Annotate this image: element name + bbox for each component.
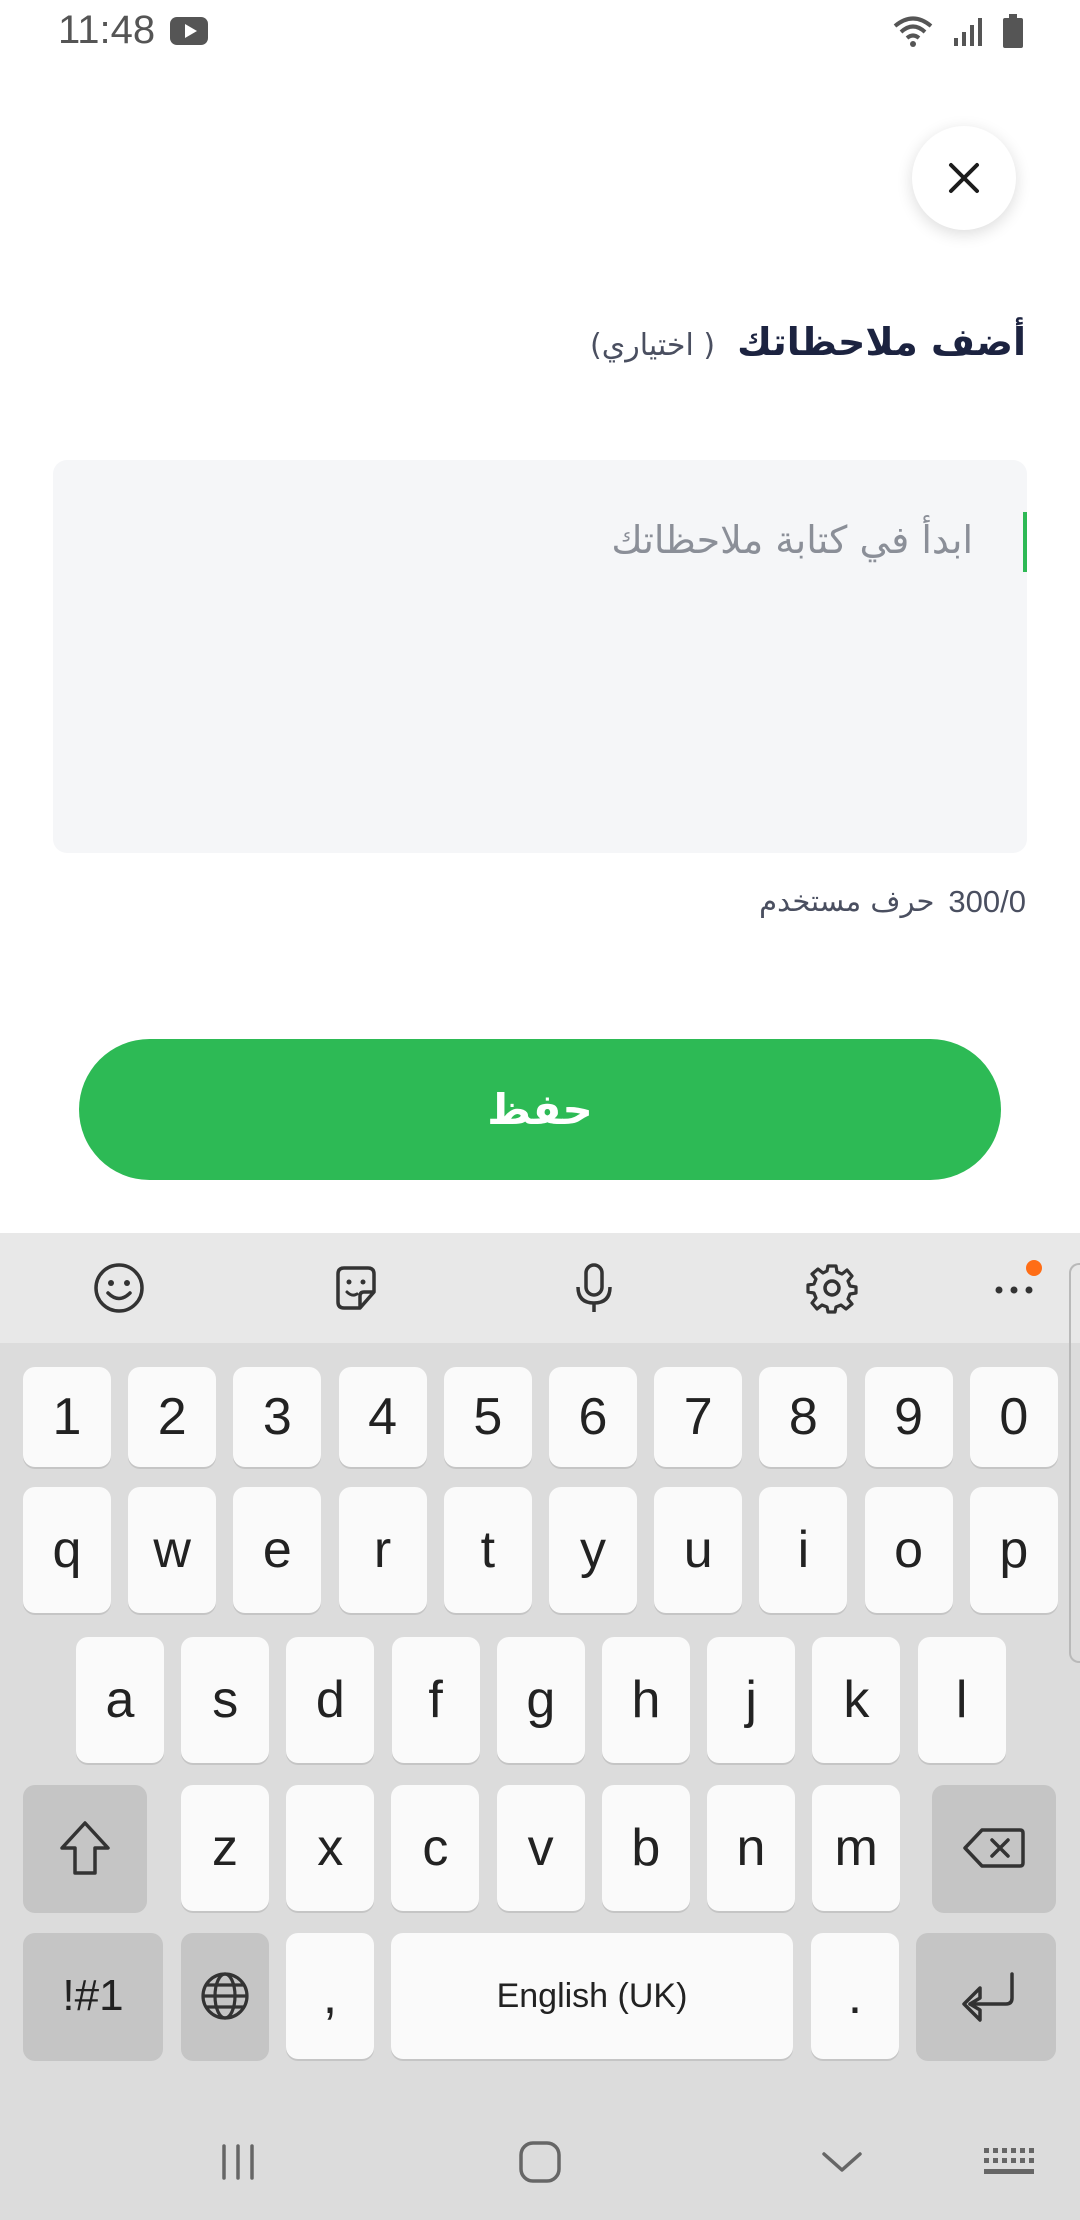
keyboard: 1234567890 qwertyuiop asdfghjkl zxcvbnm … bbox=[0, 1233, 1080, 2220]
hide-keyboard-icon[interactable] bbox=[812, 2132, 872, 2192]
number-key-6[interactable]: 6 bbox=[549, 1367, 637, 1467]
sticker-icon[interactable] bbox=[323, 1255, 389, 1321]
letter-key-o[interactable]: o bbox=[864, 1487, 953, 1613]
letter-key-n[interactable]: n bbox=[707, 1785, 795, 1911]
number-key-0[interactable]: 0 bbox=[969, 1367, 1058, 1467]
character-count-label: حرف مستخدم bbox=[759, 884, 935, 918]
shift-key[interactable] bbox=[23, 1785, 147, 1911]
youtube-icon bbox=[170, 17, 208, 45]
letter-key-u[interactable]: u bbox=[654, 1487, 743, 1613]
status-time: 11:48 bbox=[58, 8, 156, 52]
letter-key-e[interactable]: e bbox=[233, 1487, 322, 1613]
signal-icon bbox=[954, 18, 982, 46]
emoji-icon[interactable] bbox=[86, 1255, 152, 1321]
letter-key-s[interactable]: s bbox=[181, 1637, 270, 1763]
number-key-4[interactable]: 4 bbox=[338, 1367, 427, 1467]
status-bar: 11:48 bbox=[0, 0, 1080, 64]
letter-key-i[interactable]: i bbox=[759, 1487, 848, 1613]
close-icon bbox=[949, 163, 979, 193]
notes-input[interactable] bbox=[53, 460, 1027, 853]
letter-key-k[interactable]: k bbox=[812, 1637, 901, 1763]
letter-key-z[interactable]: z bbox=[181, 1785, 269, 1911]
character-count: 300/0 bbox=[948, 884, 1026, 919]
globe-icon bbox=[201, 1972, 249, 2020]
letter-key-l[interactable]: l bbox=[917, 1637, 1006, 1763]
letter-key-m[interactable]: m bbox=[812, 1785, 901, 1911]
letter-key-p[interactable]: p bbox=[969, 1487, 1058, 1613]
notes-heading: أضف ملاحظاتك ( اختياري) bbox=[590, 320, 1026, 364]
close-button[interactable] bbox=[912, 126, 1016, 230]
enter-icon bbox=[962, 1972, 1014, 2022]
enter-key[interactable] bbox=[916, 1933, 1056, 2059]
letter-key-f[interactable]: f bbox=[391, 1637, 480, 1763]
microphone-icon[interactable] bbox=[561, 1255, 627, 1321]
notes-field[interactable] bbox=[53, 460, 1027, 853]
notification-dot bbox=[1026, 1260, 1042, 1276]
number-key-9[interactable]: 9 bbox=[864, 1367, 953, 1467]
character-counter: 300/0 حرف مستخدم bbox=[759, 884, 1026, 920]
keyboard-switch-icon[interactable] bbox=[978, 2132, 1038, 2192]
letter-key-a[interactable]: a bbox=[76, 1637, 164, 1763]
letter-key-r[interactable]: r bbox=[338, 1487, 427, 1613]
letter-key-d[interactable]: d bbox=[286, 1637, 375, 1763]
letter-key-w[interactable]: w bbox=[128, 1487, 217, 1613]
page-title: أضف ملاحظاتك bbox=[737, 320, 1026, 364]
keyboard-edge-handle bbox=[1069, 1263, 1080, 1663]
number-key-7[interactable]: 7 bbox=[654, 1367, 743, 1467]
letter-key-g[interactable]: g bbox=[496, 1637, 585, 1763]
letter-key-v[interactable]: v bbox=[496, 1785, 585, 1911]
letter-key-t[interactable]: t bbox=[443, 1487, 532, 1613]
shift-icon bbox=[60, 1821, 110, 1875]
language-key[interactable] bbox=[181, 1933, 269, 2059]
backspace-key[interactable] bbox=[932, 1785, 1056, 1911]
backspace-icon bbox=[963, 1828, 1025, 1868]
symbols-key[interactable]: !#1 bbox=[23, 1933, 163, 2059]
letter-key-b[interactable]: b bbox=[601, 1785, 690, 1911]
number-key-1[interactable]: 1 bbox=[23, 1367, 111, 1467]
letter-key-x[interactable]: x bbox=[286, 1785, 375, 1911]
letter-key-j[interactable]: j bbox=[707, 1637, 796, 1763]
number-key-2[interactable]: 2 bbox=[128, 1367, 217, 1467]
keyboard-toolbar bbox=[0, 1233, 1080, 1343]
letter-key-h[interactable]: h bbox=[602, 1637, 690, 1763]
optional-label: ( اختياري) bbox=[590, 328, 716, 363]
wifi-icon bbox=[893, 16, 933, 47]
letter-key-c[interactable]: c bbox=[391, 1785, 480, 1911]
space-key[interactable]: English (UK) bbox=[391, 1933, 793, 2059]
text-cursor bbox=[1023, 512, 1027, 572]
battery-icon bbox=[1003, 14, 1023, 48]
navigation-bar bbox=[0, 2096, 1080, 2220]
save-button[interactable]: حفظ bbox=[79, 1039, 1001, 1180]
number-key-5[interactable]: 5 bbox=[443, 1367, 532, 1467]
comma-key[interactable]: , bbox=[286, 1933, 374, 2059]
letter-key-y[interactable]: y bbox=[549, 1487, 637, 1613]
recent-apps-icon[interactable] bbox=[208, 2132, 268, 2192]
number-key-3[interactable]: 3 bbox=[233, 1367, 322, 1467]
home-icon[interactable] bbox=[510, 2132, 570, 2192]
period-key[interactable]: . bbox=[811, 1933, 899, 2059]
status-icons bbox=[892, 14, 1024, 48]
letter-key-q[interactable]: q bbox=[23, 1487, 111, 1613]
number-key-8[interactable]: 8 bbox=[759, 1367, 848, 1467]
gear-icon[interactable] bbox=[799, 1255, 865, 1321]
